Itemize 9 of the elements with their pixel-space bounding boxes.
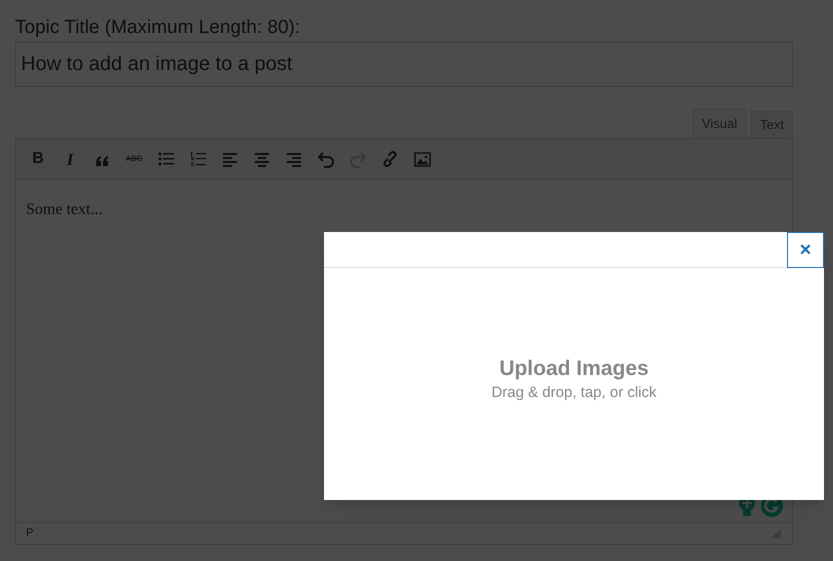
field-label: Topic Title (Maximum Length: 80): [15, 16, 300, 40]
strikethrough-button[interactable]: ABC [122, 147, 146, 171]
upload-title: Upload Images [499, 356, 649, 382]
close-button[interactable]: × [787, 232, 824, 268]
italic-button[interactable]: I [58, 147, 82, 171]
upload-hint: Drag & drop, tap, or click [491, 382, 657, 403]
upload-drop-zone[interactable]: Upload Images Drag & drop, tap, or click [324, 268, 824, 500]
bold-button[interactable]: B [26, 147, 50, 171]
editor-text: Some text... [26, 200, 102, 220]
